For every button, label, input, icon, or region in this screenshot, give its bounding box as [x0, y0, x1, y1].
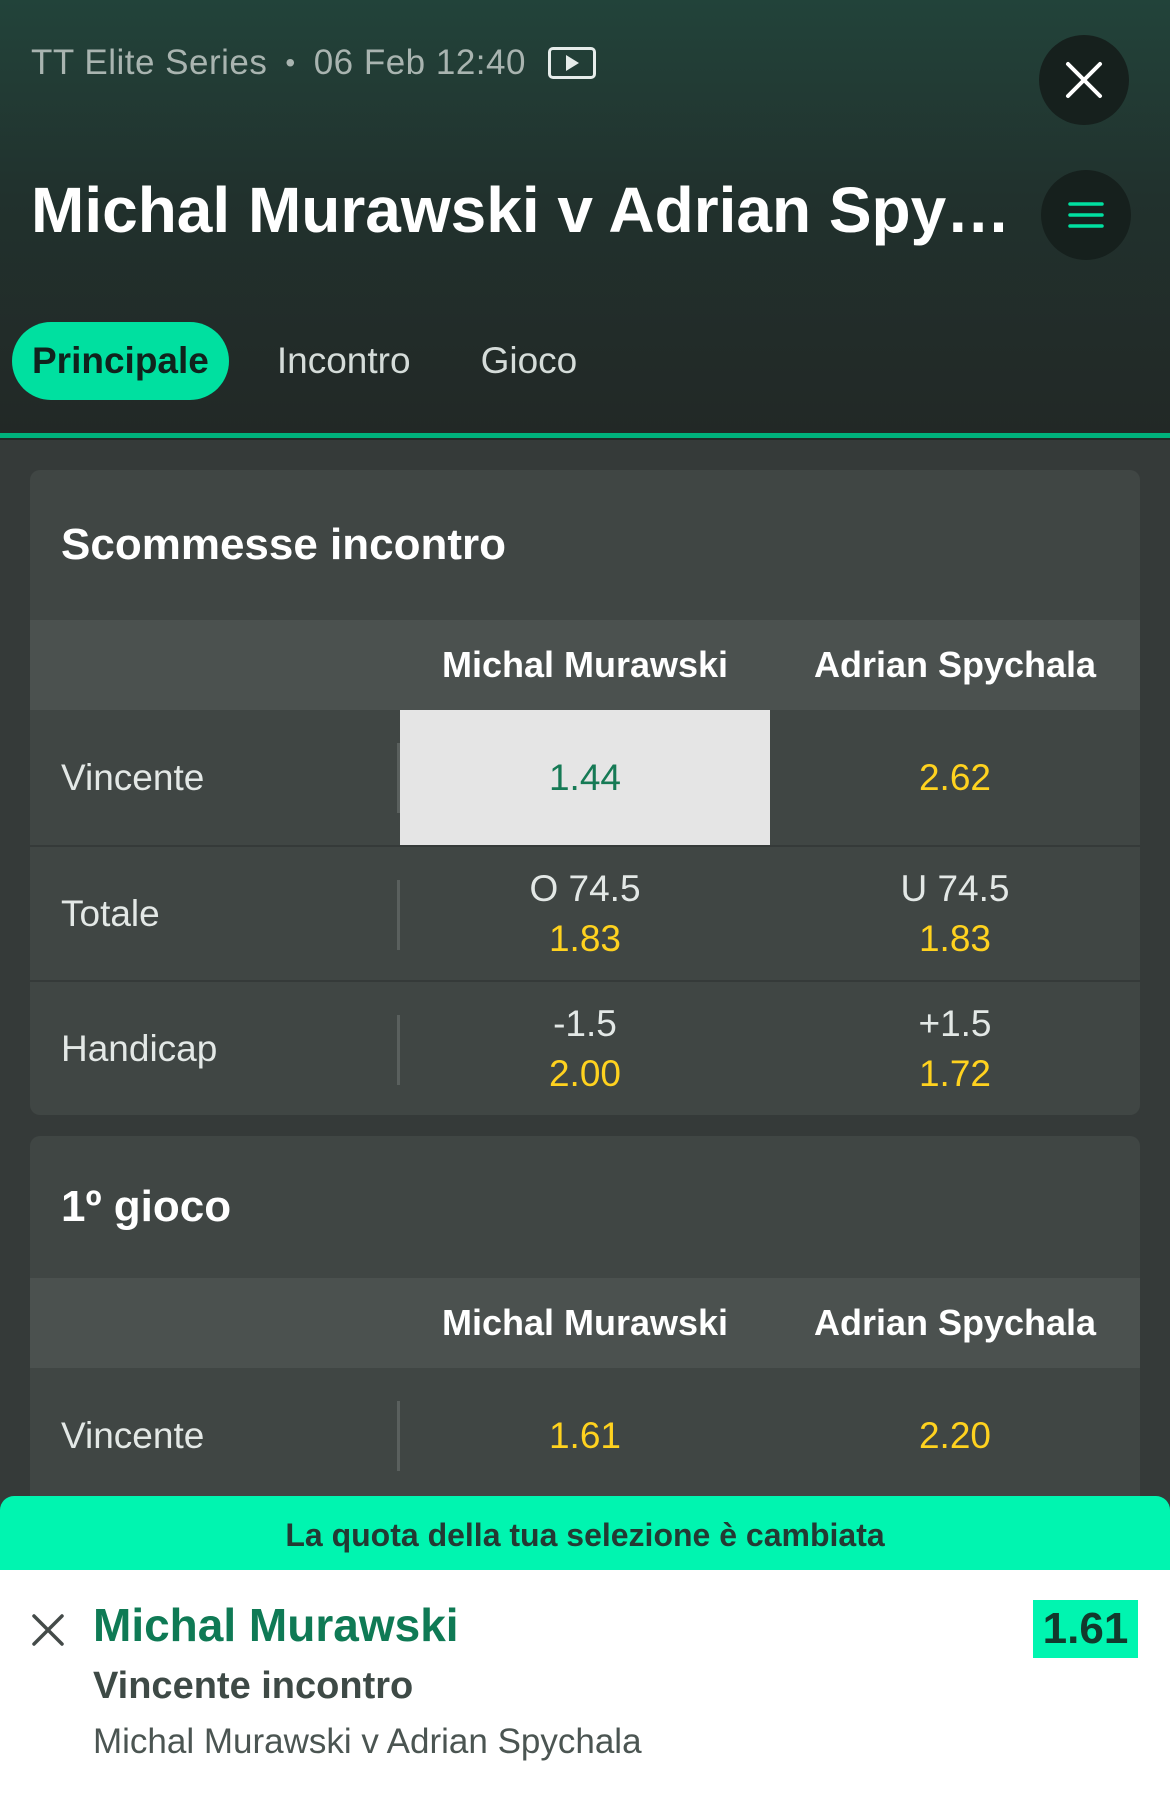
event-datetime: 06 Feb 12:40: [313, 43, 526, 82]
odds-value: 1.44: [548, 756, 621, 798]
odds-line: O 74.5: [529, 867, 641, 909]
odds-line: +1.5: [918, 1002, 992, 1044]
market-label: Totale: [30, 847, 400, 980]
card-title: 1º gioco: [61, 1182, 232, 1231]
meta-separator: •: [285, 47, 296, 78]
betslip-panel: Michal Murawski Vincente incontro Michal…: [0, 1570, 1170, 1807]
menu-button[interactable]: [1041, 170, 1131, 260]
event-header: TT Elite Series • 06 Feb 12:40 Michal Mu…: [0, 0, 1170, 440]
competition-name: TT Elite Series: [31, 43, 268, 82]
column-header-player-2: Adrian Spychala: [813, 1302, 1097, 1343]
odds-button[interactable]: +1.5 1.72: [770, 982, 1140, 1115]
odds-button[interactable]: 2.20: [770, 1368, 1140, 1503]
betslip-selection: Michal Murawski: [93, 1599, 459, 1651]
odds-button[interactable]: 1.61: [400, 1368, 770, 1503]
column-header-player-2: Adrian Spychala: [813, 644, 1097, 685]
video-play-icon[interactable]: [547, 47, 596, 79]
close-icon: [1066, 62, 1102, 98]
odds-value: 1.72: [918, 1052, 991, 1094]
event-meta: TT Elite Series • 06 Feb 12:40: [31, 38, 596, 88]
column-headers: Michal Murawski Adrian Spychala: [30, 620, 1140, 710]
betslip-odds: 1.61: [1033, 1600, 1138, 1658]
betslip-event: Michal Murawski v Adrian Spychala: [93, 1722, 642, 1761]
market-row-vincente: Vincente 1.61 2.20: [30, 1368, 1140, 1503]
column-headers: Michal Murawski Adrian Spychala: [30, 1278, 1140, 1368]
odds-value: 2.00: [548, 1052, 621, 1094]
tab-gioco[interactable]: Gioco: [461, 322, 598, 400]
market-label: Handicap: [30, 982, 400, 1115]
remove-selection-icon[interactable]: [30, 1612, 66, 1648]
market-label: Vincente: [30, 1368, 400, 1503]
page-title: Michal Murawski v Adrian Spychala: [31, 174, 1011, 246]
market-row-totale: Totale O 74.5 1.83 U 74.5 1.83: [30, 845, 1140, 980]
odds-button[interactable]: -1.5 2.00: [400, 982, 770, 1115]
close-button[interactable]: [1039, 35, 1129, 125]
odds-line: -1.5: [553, 1002, 617, 1044]
odds-value: 1.83: [548, 917, 621, 959]
odds-line: U 74.5: [900, 867, 1010, 909]
market-row-handicap: Handicap -1.5 2.00 +1.5 1.72: [30, 980, 1140, 1115]
menu-icon: [1068, 202, 1104, 228]
betslip-market: Vincente incontro: [93, 1665, 414, 1707]
odds-value: 1.83: [918, 917, 991, 959]
market-tabs: Principale Incontro Gioco: [12, 322, 627, 400]
tab-incontro[interactable]: Incontro: [257, 322, 431, 400]
market-label: Vincente: [30, 710, 400, 845]
tab-underline: [0, 433, 1170, 438]
market-row-vincente: Vincente 1.44 2.62: [30, 710, 1140, 845]
odds-button[interactable]: 2.62: [770, 710, 1140, 845]
column-header-player-1: Michal Murawski: [441, 1302, 729, 1343]
odds-value: 1.61: [548, 1414, 621, 1456]
tab-principale[interactable]: Principale: [12, 322, 229, 400]
odds-value: 2.20: [918, 1414, 991, 1456]
odds-button-selected[interactable]: 1.44: [400, 710, 770, 845]
card-title: Scommesse incontro: [61, 520, 507, 569]
odds-button[interactable]: O 74.5 1.83: [400, 847, 770, 980]
first-game-card: 1º gioco Michal Murawski Adrian Spychala…: [30, 1136, 1140, 1536]
column-header-player-1: Michal Murawski: [441, 644, 729, 685]
odds-changed-banner: La quota della tua selezione è cambiata: [0, 1496, 1170, 1574]
match-bets-card: Scommesse incontro Michal Murawski Adria…: [30, 470, 1140, 1115]
odds-value: 2.62: [918, 756, 991, 798]
odds-button[interactable]: U 74.5 1.83: [770, 847, 1140, 980]
